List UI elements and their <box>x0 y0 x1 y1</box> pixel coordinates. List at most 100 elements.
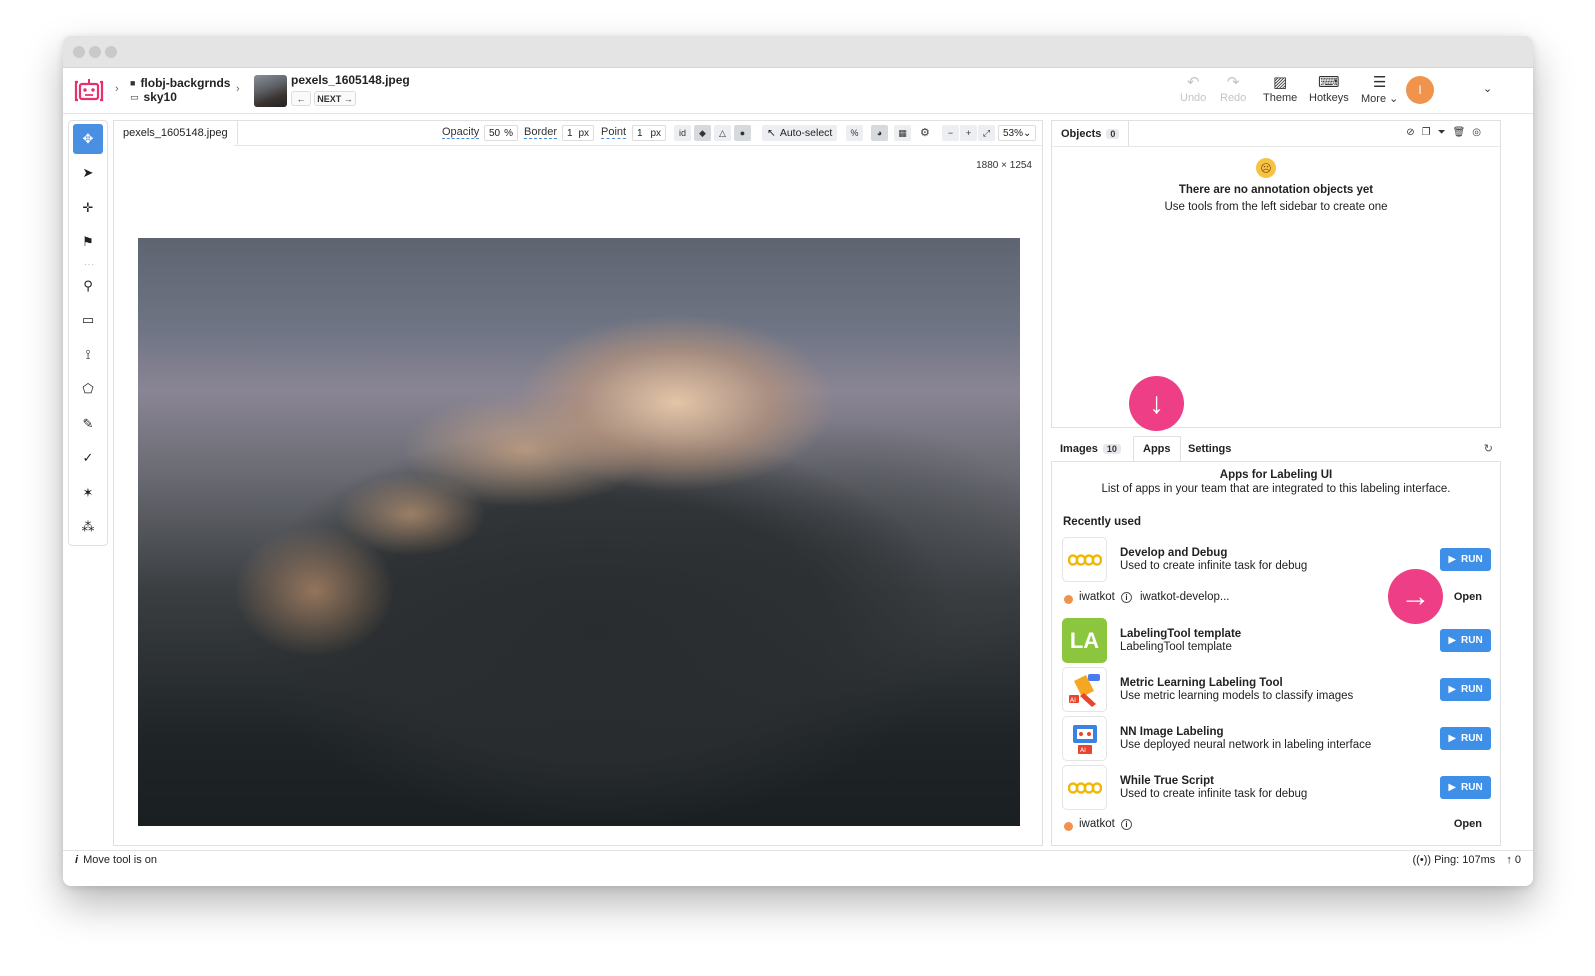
polyline-tool-button[interactable]: ⟟ <box>73 340 103 370</box>
window-minimize-control[interactable] <box>89 46 101 58</box>
point-input[interactable]: 1 px <box>632 125 666 141</box>
redo-button[interactable]: ↷ Redo <box>1220 74 1246 104</box>
undo-button[interactable]: ↶ Undo <box>1180 74 1206 104</box>
filters-icon[interactable]: ⚙ <box>920 126 930 139</box>
tag-icon: ◆ <box>699 127 706 138</box>
smart-tool-button[interactable]: ✶ <box>73 478 103 508</box>
copy-icon[interactable]: ❐ <box>1422 127 1438 138</box>
info-icon[interactable]: i <box>1121 592 1132 603</box>
zoom-select[interactable]: 53% ⌄ <box>998 125 1036 141</box>
run-button[interactable]: ▶ RUN <box>1440 678 1491 701</box>
opacity-input[interactable]: 50 % <box>484 125 518 141</box>
breadcrumb-project[interactable]: ■ flobj-backgrnds <box>130 76 230 90</box>
tag-tool-button[interactable]: ⚑ <box>73 227 103 257</box>
task-user: iwatkot <box>1079 591 1115 603</box>
status-dot <box>1064 595 1073 604</box>
hotkeys-button[interactable]: ⌨ Hotkeys <box>1309 74 1349 104</box>
drag-tool-button[interactable]: ✛ <box>73 193 103 223</box>
move-icon: ✥ <box>82 131 94 146</box>
hotkeys-label: Hotkeys <box>1309 92 1349 104</box>
point-label: Point <box>601 126 627 139</box>
svg-text:AI: AI <box>1080 747 1086 754</box>
running-task-row: iwatkot i Open <box>1064 818 1494 834</box>
run-button[interactable]: ▶ RUN <box>1440 776 1491 799</box>
cursor-icon: ➤ <box>82 165 94 180</box>
show-author-toggle[interactable]: ● <box>734 125 751 141</box>
run-button[interactable]: ▶ RUN <box>1440 727 1491 750</box>
open-task-link[interactable]: Open <box>1454 818 1482 830</box>
border-input[interactable]: 1 px <box>562 125 594 141</box>
more-button[interactable]: ☰ More ⌄ <box>1361 74 1398 105</box>
auto-select-toggle[interactable]: ↖ Auto-select <box>762 125 838 141</box>
graph-tool-button[interactable]: ⁂ <box>73 512 103 542</box>
window-close-control[interactable] <box>73 46 85 58</box>
run-button[interactable]: ▶ RUN <box>1440 548 1491 571</box>
apps-subheading: List of apps in your team that are integ… <box>1101 483 1451 495</box>
robot-ai-icon: AI <box>1062 716 1107 761</box>
objects-tab[interactable]: Objects 0 <box>1052 121 1130 146</box>
divider <box>1052 146 1500 147</box>
user-avatar[interactable]: I <box>1406 76 1434 104</box>
open-task-link[interactable]: Open <box>1454 591 1482 603</box>
tab-images-label: Images <box>1060 443 1098 455</box>
fit-screen-button[interactable]: ⤢ <box>978 125 995 141</box>
rectangle-tool-button[interactable]: ▭ <box>73 305 103 335</box>
play-icon: ▶ <box>1448 733 1457 744</box>
grid-toggle[interactable]: ▦ <box>894 125 911 141</box>
canvas-controls: Opacity 50 % Border 1 px Point 1 px id ◆… <box>234 121 1042 146</box>
show-class-toggle[interactable]: △ <box>714 125 731 141</box>
zoom-out-button[interactable]: − <box>942 125 959 141</box>
hide-all-icon[interactable]: ⊘ <box>1406 127 1421 138</box>
image-tab[interactable]: pexels_1605148.jpeg <box>114 121 238 146</box>
brush-tool-button[interactable]: ✎ <box>73 409 103 439</box>
panel-tabs: Images 10 Apps Settings ↻ <box>1051 436 1501 462</box>
show-id-toggle[interactable]: id <box>674 125 691 141</box>
show-tags-toggle[interactable]: ◆ <box>694 125 711 141</box>
select-tool-button[interactable]: ➤ <box>73 158 103 188</box>
percent-icon: % <box>850 128 859 138</box>
breadcrumb-dataset[interactable]: ▭ sky10 <box>130 90 177 104</box>
magic-wand-icon: ✶ <box>82 485 94 500</box>
filter-icon[interactable]: ⏷ <box>1438 127 1453 138</box>
status-dot <box>1064 822 1073 831</box>
user-icon: ● <box>739 128 746 138</box>
redo-icon: ↷ <box>1226 74 1240 91</box>
chevron-down-icon[interactable]: ⌄ <box>1483 82 1492 95</box>
eraser-tool-button[interactable]: ✓ <box>73 443 103 473</box>
annotation-canvas-image[interactable] <box>138 238 1020 826</box>
app-description: Use deployed neural network in labeling … <box>1120 739 1372 751</box>
color-palette-toggle[interactable]: ◕ <box>871 125 888 141</box>
plus-icon: + <box>965 128 972 138</box>
robot-logo-icon[interactable] <box>73 75 105 107</box>
border-unit: px <box>578 127 589 139</box>
percent-toggle[interactable]: % <box>846 125 863 141</box>
status-bar: i Move tool is on ((•)) Ping: 107ms ↑ 0 <box>63 850 1533 870</box>
flag-icon: ⚑ <box>82 234 94 249</box>
theme-icon: ▨ <box>1273 74 1288 91</box>
empty-state-subtitle: Use tools from the left sidebar to creat… <box>1164 201 1388 213</box>
window-zoom-control[interactable] <box>105 46 117 58</box>
task-name: iwatkot-develop... <box>1140 591 1230 603</box>
chevron-right-icon: › <box>115 83 119 95</box>
prev-image-button[interactable]: ← <box>291 91 311 106</box>
theme-button[interactable]: ▨ Theme <box>1263 74 1297 104</box>
next-image-button[interactable]: NEXT → <box>314 91 356 106</box>
move-tool-button[interactable]: ✥ <box>73 124 103 154</box>
tab-settings[interactable]: Settings <box>1179 436 1240 462</box>
dataset-icon: ▭ <box>130 91 139 102</box>
app-header: › ■ flobj-backgrnds ▭ sky10 › pexels_160… <box>63 68 1533 114</box>
info-icon[interactable]: i <box>1121 819 1132 830</box>
refresh-icon[interactable]: ↻ <box>1484 442 1493 455</box>
run-button[interactable]: ▶ RUN <box>1440 629 1491 652</box>
eye-off-icon[interactable]: ◎ <box>1472 127 1488 138</box>
polygon-tool-button[interactable]: ⬠ <box>73 374 103 404</box>
trash-icon[interactable]: 🗑 <box>1453 127 1473 138</box>
tab-images[interactable]: Images 10 <box>1051 436 1130 462</box>
objects-actions[interactable]: ⊘❐⏷🗑◎ <box>1406 127 1488 138</box>
empty-state-title: There are no annotation objects yet <box>1178 184 1374 196</box>
tab-apps[interactable]: Apps <box>1133 436 1181 462</box>
grid-icon: ▦ <box>898 127 907 138</box>
tab-settings-label: Settings <box>1188 443 1232 455</box>
zoom-in-button[interactable]: + <box>960 125 977 141</box>
keypoint-tool-button[interactable]: ⚲ <box>73 271 103 301</box>
